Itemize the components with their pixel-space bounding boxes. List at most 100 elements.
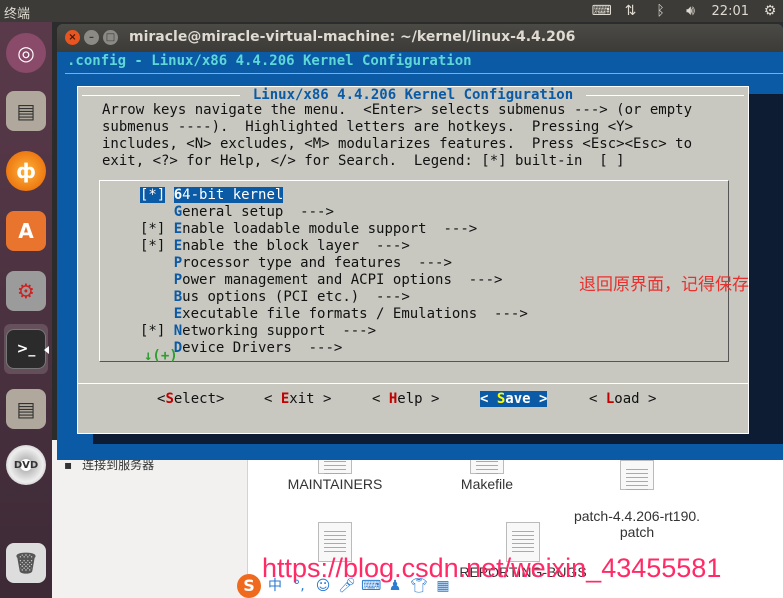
menu-item-mark: [*]: [140, 323, 166, 339]
menu-item[interactable]: General setup --->: [140, 204, 334, 220]
button-bracket: <: [480, 391, 497, 407]
menu-item-hotkey: B: [173, 289, 183, 305]
window-title: miracle@miracle-virtual-machine: ~/kerne…: [129, 29, 576, 45]
clock[interactable]: 22:01: [712, 4, 749, 19]
menu-item-mark: [140, 255, 165, 271]
menu-item-hotkey: P: [173, 272, 183, 288]
menu-item-label: Enable loadable module support --->: [174, 221, 477, 237]
top-panel: 终端 ⌨ ⇅ ᛒ 🔊︎ 22:01 ⚙: [0, 0, 783, 22]
button-label: oad >: [614, 391, 657, 407]
menu-item-mark: [*]: [140, 187, 166, 203]
menu-item-hotkey: G: [173, 204, 183, 220]
emoji-icon[interactable]: ☺: [313, 576, 333, 596]
save-button[interactable]: < Save >: [480, 391, 548, 407]
terminal-body[interactable]: .config - Linux/x86 4.4.206 Kernel Confi…: [57, 52, 783, 460]
menu-item[interactable]: Bus options (PCI etc.) --->: [140, 289, 410, 305]
active-indicator: [44, 346, 49, 354]
menu-item[interactable]: Executable file formats / Emulations ---…: [140, 306, 528, 322]
menu-item-label: Power management and ACPI options --->: [174, 272, 503, 288]
menu-item-hotkey: E: [173, 238, 183, 254]
menu-item-label: Enable the block layer --->: [174, 238, 410, 254]
menu-item-mark: [*]: [140, 238, 166, 254]
menu-item-mark: [140, 306, 165, 322]
keyboard-icon[interactable]: ⌨: [361, 576, 381, 596]
menu-item-mark: [140, 204, 165, 220]
terminal-icon[interactable]: >_: [4, 324, 49, 374]
help-line: submenus ----). Highlighted letters are …: [102, 119, 634, 135]
ubuntu-dash-icon[interactable]: ◎: [4, 28, 48, 78]
button-label: ave >: [505, 391, 548, 407]
menu-item[interactable]: [*] Networking support --->: [140, 323, 376, 339]
load-button[interactable]: < Load >: [589, 391, 656, 407]
button-label: elp >: [397, 391, 440, 407]
menu-item-hotkey: 6: [173, 187, 183, 203]
active-app-name: 终端: [4, 7, 31, 22]
files-icon-2[interactable]: ▤: [4, 384, 48, 434]
firefox-icon[interactable]: ф: [4, 146, 48, 196]
minimize-button[interactable]: –: [84, 30, 99, 45]
menu-item-text: evice Drivers --->: [182, 340, 343, 356]
software-center-icon[interactable]: A: [4, 206, 48, 256]
document-icon: [620, 460, 654, 491]
sogou-logo-icon[interactable]: S: [237, 574, 261, 598]
system-tray: ⌨ ⇅ ᛒ 🔊︎ 22:01 ⚙: [592, 0, 783, 22]
menu-item-label: Device Drivers --->: [174, 340, 343, 356]
system-settings-icon[interactable]: ⚙: [4, 266, 48, 316]
menu-item-mark: [*]: [140, 221, 166, 237]
menu-item-text: us options (PCI etc.) --->: [182, 289, 410, 305]
menu-item-hotkey: E: [173, 221, 183, 237]
gear-icon[interactable]: ⚙: [761, 3, 779, 19]
menu-item-hotkey: N: [173, 323, 183, 339]
microphone-icon[interactable]: 🎤︎: [337, 576, 357, 596]
menu-item[interactable]: Power management and ACPI options --->: [140, 272, 503, 288]
volume-icon[interactable]: 🔊︎: [682, 3, 700, 19]
files-icon[interactable]: ▤: [4, 86, 48, 136]
menu-item-text: ower management and ACPI options --->: [182, 272, 503, 288]
keyboard-icon[interactable]: ⌨: [592, 3, 612, 19]
dvd-icon[interactable]: DVD: [4, 440, 48, 490]
punctuation-icon[interactable]: °,: [289, 576, 309, 596]
menu-item-text: nable loadable module support --->: [182, 221, 478, 237]
grid-icon[interactable]: ▦: [433, 576, 453, 596]
menu-item-label: General setup --->: [174, 204, 334, 220]
menu-item-label: Processor type and features --->: [174, 255, 452, 271]
header-rule: [65, 73, 783, 74]
help-button[interactable]: < Help >: [372, 391, 439, 407]
menu-item-text: etworking support --->: [182, 323, 377, 339]
menu-item-hotkey: E: [173, 306, 183, 322]
button-label: elect>: [173, 391, 225, 407]
menu-item[interactable]: [*] 64-bit kernel: [140, 187, 284, 203]
ime-language[interactable]: 中: [265, 576, 285, 596]
menu-item-text: rocessor type and features --->: [182, 255, 452, 271]
trash-icon[interactable]: 🗑︎: [4, 538, 48, 588]
button-label: xit >: [289, 391, 332, 407]
network-icon[interactable]: ⇅: [622, 3, 640, 19]
button-rule: [78, 383, 748, 384]
ime-toolbar: S 中 °, ☺ 🎤︎ ⌨ ♟ 👕︎ ▦: [237, 574, 453, 598]
config-header: .config - Linux/x86 4.4.206 Kernel Confi…: [67, 53, 472, 69]
menu-item-mark: [140, 289, 165, 305]
bluetooth-icon[interactable]: ᛒ: [652, 3, 670, 19]
user-icon[interactable]: ♟: [385, 576, 405, 596]
help-line: exit, <?> for Help, </> for Search. Lege…: [102, 153, 625, 169]
menu-item[interactable]: Processor type and features --->: [140, 255, 452, 271]
file-manager-sidebar: ▪ 连接到服务器: [52, 440, 248, 598]
exit-button[interactable]: < Exit >: [264, 391, 331, 407]
annotation-text: 退回原界面，记得保存: [579, 275, 749, 295]
terminal-titlebar[interactable]: × – □ miracle@miracle-virtual-machine: ~…: [57, 24, 783, 52]
button-bracket: <: [589, 391, 606, 407]
shirt-icon[interactable]: 👕︎: [409, 576, 429, 596]
menu-item-label: Bus options (PCI etc.) --->: [174, 289, 410, 305]
maximize-button[interactable]: □: [103, 30, 118, 45]
menu-item-text: 4-bit kernel: [182, 187, 284, 203]
menu-item-label: Networking support --->: [174, 323, 376, 339]
close-button[interactable]: ×: [65, 30, 80, 45]
select-button[interactable]: <Select>: [157, 391, 224, 407]
menu-item[interactable]: [*] Enable the block layer --->: [140, 238, 410, 254]
scroll-more-indicator: ↓(+): [144, 348, 178, 364]
help-line: includes, <N> excludes, <M> modularizes …: [102, 136, 693, 152]
menu-item-text: eneral setup --->: [182, 204, 334, 220]
menu-item[interactable]: [*] Enable loadable module support --->: [140, 221, 477, 237]
terminal-window: × – □ miracle@miracle-virtual-machine: ~…: [57, 24, 783, 460]
button-bracket: <: [372, 391, 389, 407]
